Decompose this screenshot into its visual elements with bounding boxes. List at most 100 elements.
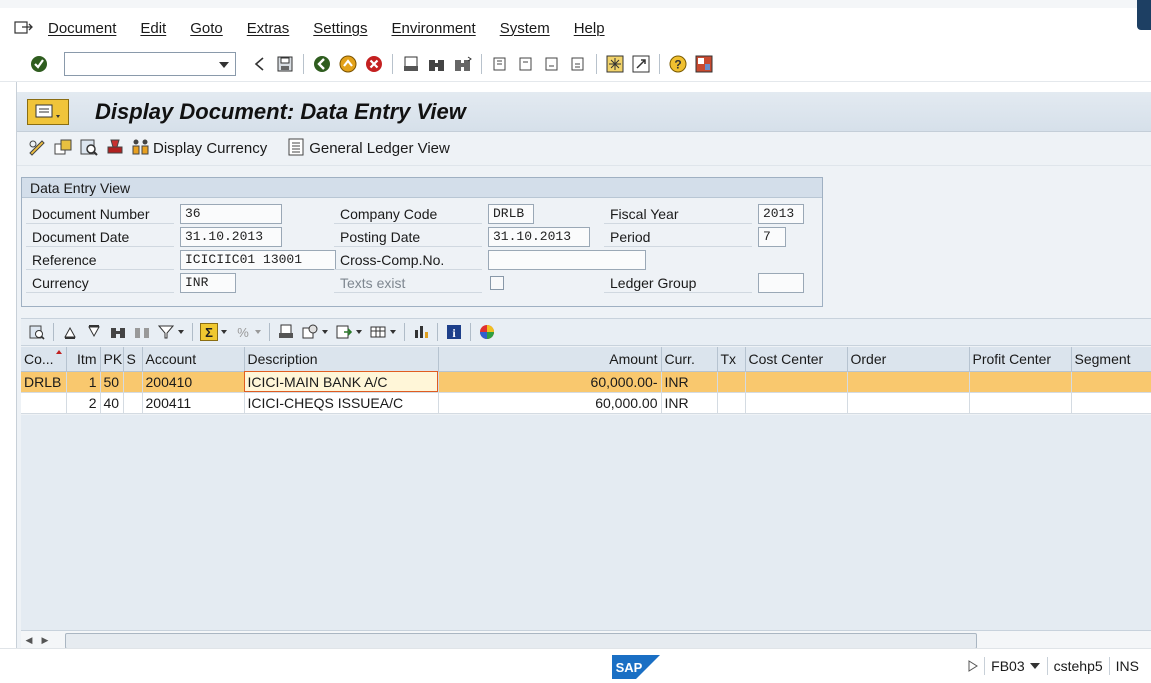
- transaction-code[interactable]: FB03: [984, 657, 1046, 675]
- filter-icon[interactable]: [157, 323, 175, 341]
- cell-posting-key[interactable]: 50: [100, 371, 124, 393]
- fiscal-year-field[interactable]: 2013: [758, 204, 804, 224]
- cell-description[interactable]: ICICI-MAIN BANK A/C: [244, 371, 439, 393]
- menu-environment[interactable]: Environment: [391, 20, 475, 37]
- display-currency-button[interactable]: Display Currency: [131, 138, 267, 160]
- help-icon[interactable]: ?: [668, 54, 688, 74]
- column-header-item[interactable]: Itm: [66, 347, 101, 372]
- status-toggle-icon[interactable]: [962, 657, 984, 675]
- column-header-segment[interactable]: Segment: [1071, 347, 1151, 372]
- document-date-field[interactable]: 31.10.2013: [180, 227, 282, 247]
- document-number-field[interactable]: 36: [180, 204, 282, 224]
- column-header-s[interactable]: S: [123, 347, 143, 372]
- sort-descending-icon[interactable]: [85, 323, 103, 341]
- cell-posting-key[interactable]: 40: [100, 392, 124, 414]
- details-icon[interactable]: [28, 323, 46, 341]
- cell-company-code[interactable]: DRLB: [21, 371, 67, 393]
- cell-segment[interactable]: [1071, 371, 1151, 393]
- cell-tax[interactable]: [717, 371, 746, 393]
- cell-profit-center[interactable]: [969, 371, 1072, 393]
- first-page-icon[interactable]: [490, 54, 510, 74]
- subtotal-dropdown-icon[interactable]: [255, 330, 261, 334]
- command-field[interactable]: [64, 51, 236, 76]
- views-icon[interactable]: [301, 323, 319, 341]
- table-row[interactable]: 2 40 200411 ICICI-CHEQS ISSUEA/C 60,000.…: [21, 392, 1151, 414]
- column-header-amount[interactable]: Amount: [438, 347, 662, 372]
- cell-account[interactable]: 200411: [142, 392, 245, 414]
- general-ledger-view-button[interactable]: General Ledger View: [287, 138, 450, 160]
- display-change-button[interactable]: [27, 138, 47, 160]
- cell-cost-center[interactable]: [745, 392, 848, 414]
- input-mode[interactable]: INS: [1108, 657, 1145, 675]
- save-icon[interactable]: [275, 54, 295, 74]
- horizontal-scrollbar[interactable]: ◀ ▶: [21, 630, 1151, 650]
- cell-s[interactable]: [123, 392, 143, 414]
- views-dropdown-icon[interactable]: [322, 330, 328, 334]
- cell-segment[interactable]: [1071, 392, 1151, 414]
- scroll-left-icon[interactable]: ◀: [21, 633, 37, 649]
- menu-extras[interactable]: Extras: [247, 20, 290, 37]
- customize-layout-icon[interactable]: [694, 54, 714, 74]
- cell-company-code[interactable]: [21, 392, 67, 414]
- find-icon[interactable]: [427, 54, 447, 74]
- column-header-account[interactable]: Account: [142, 347, 245, 372]
- exit-icon[interactable]: [338, 54, 358, 74]
- column-header-currency[interactable]: Curr.: [661, 347, 718, 372]
- cell-account[interactable]: 200410: [142, 371, 245, 393]
- cell-tax[interactable]: [717, 392, 746, 414]
- period-field[interactable]: 7: [758, 227, 786, 247]
- texts-exist-checkbox[interactable]: [490, 276, 504, 290]
- column-header-order[interactable]: Order: [847, 347, 970, 372]
- alv-print-icon[interactable]: [277, 323, 295, 341]
- cell-s[interactable]: [123, 371, 143, 393]
- column-header-profit-center[interactable]: Profit Center: [969, 347, 1072, 372]
- layout-icon[interactable]: [369, 323, 387, 341]
- menu-exit-icon[interactable]: [14, 20, 36, 36]
- next-page-icon[interactable]: [542, 54, 562, 74]
- menu-help[interactable]: Help: [574, 20, 605, 37]
- subtotal-icon[interactable]: %: [234, 323, 252, 341]
- cell-amount[interactable]: 60,000.00: [438, 392, 662, 414]
- display-header-button[interactable]: [79, 138, 99, 160]
- alv-find-icon[interactable]: [109, 323, 127, 341]
- menu-edit[interactable]: Edit: [140, 20, 166, 37]
- cancel-icon[interactable]: [364, 54, 384, 74]
- back-icon[interactable]: [312, 54, 332, 74]
- document-title-icon[interactable]: [27, 98, 69, 125]
- cell-profit-center[interactable]: [969, 392, 1072, 414]
- total-dropdown-icon[interactable]: [221, 330, 227, 334]
- column-header-tax[interactable]: Tx: [717, 347, 746, 372]
- column-header-posting-key[interactable]: PK: [100, 347, 124, 372]
- cell-amount[interactable]: 60,000.00-: [438, 371, 662, 393]
- export-icon[interactable]: [335, 323, 353, 341]
- menu-system[interactable]: System: [500, 20, 550, 37]
- scrollbar-thumb[interactable]: [65, 633, 977, 649]
- find-next-icon[interactable]: [453, 54, 473, 74]
- cell-order[interactable]: [847, 392, 970, 414]
- cell-currency[interactable]: INR: [661, 371, 718, 393]
- alv-find-next-icon[interactable]: [133, 323, 151, 341]
- document-overview-button[interactable]: [53, 138, 73, 160]
- taxes-button[interactable]: [105, 138, 125, 160]
- currency-field[interactable]: INR: [180, 273, 236, 293]
- filter-dropdown-icon[interactable]: [178, 330, 184, 334]
- cell-description[interactable]: ICICI-CHEQS ISSUEA/C: [244, 392, 439, 414]
- print-icon[interactable]: [401, 54, 421, 74]
- cell-currency[interactable]: INR: [661, 392, 718, 414]
- column-header-description[interactable]: Description: [244, 347, 439, 372]
- enter-check-icon[interactable]: [29, 54, 49, 74]
- reference-field[interactable]: ICICIIC01 13001: [180, 250, 336, 270]
- color-wheel-icon[interactable]: [478, 323, 496, 341]
- sort-ascending-icon[interactable]: [61, 323, 79, 341]
- table-row[interactable]: DRLB 1 50 200410 ICICI-MAIN BANK A/C 60,…: [21, 371, 1151, 393]
- information-icon[interactable]: i: [445, 323, 463, 341]
- menu-document[interactable]: Document: [48, 20, 116, 37]
- cross-comp-field[interactable]: [488, 250, 646, 270]
- cell-item[interactable]: 2: [66, 392, 101, 414]
- menu-settings[interactable]: Settings: [313, 20, 367, 37]
- cell-order[interactable]: [847, 371, 970, 393]
- posting-date-field[interactable]: 31.10.2013: [488, 227, 590, 247]
- graphic-icon[interactable]: [412, 323, 430, 341]
- create-session-icon[interactable]: [605, 54, 625, 74]
- cell-cost-center[interactable]: [745, 371, 848, 393]
